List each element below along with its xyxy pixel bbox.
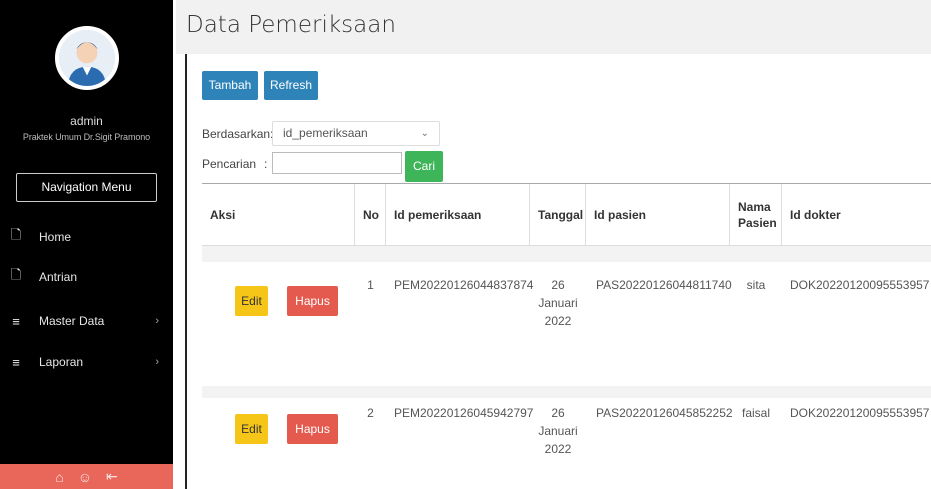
- pencarian-colon: :: [264, 157, 268, 171]
- sidebar-item-label: Antrian: [39, 270, 78, 284]
- list-icon: ≡: [12, 354, 20, 370]
- search-input[interactable]: [272, 152, 402, 174]
- cell-id-pemeriksaan: PEM20220126044837874: [394, 278, 534, 292]
- hapus-button[interactable]: Hapus: [287, 286, 338, 316]
- cell-no: 2: [367, 406, 374, 420]
- pencarian-label: Pencarian: [202, 157, 257, 171]
- column-header-no: No: [355, 184, 386, 245]
- user-name: admin: [70, 114, 103, 128]
- tanggal-day: 26: [551, 406, 565, 420]
- column-header-nama-pasien: Nama Pasien: [730, 184, 782, 245]
- user-avatar-icon: [59, 30, 115, 86]
- logout-icon[interactable]: ⇤: [106, 468, 118, 485]
- column-header-aksi: Aksi: [202, 184, 355, 245]
- chevron-down-icon: ⌄: [420, 128, 429, 139]
- cell-nama-pasien: sita: [746, 278, 766, 292]
- hapus-button[interactable]: Hapus: [287, 414, 338, 444]
- cell-tanggal: 26 Januari 2022: [530, 404, 586, 458]
- edit-button[interactable]: Edit: [235, 286, 268, 316]
- sidebar-item-home[interactable]: 🗋 Home: [0, 225, 173, 249]
- page-title: Data Pemeriksaan: [186, 12, 396, 38]
- sidebar-item-master-data[interactable]: ≡ Master Data ›: [0, 309, 173, 333]
- cell-id-pasien: PAS20220126045852252: [596, 406, 733, 420]
- refresh-button[interactable]: Refresh: [264, 71, 318, 100]
- title-bar: Data Pemeriksaan: [176, 0, 931, 54]
- sidebar-item-antrian[interactable]: 🗋 Antrian: [0, 265, 173, 289]
- cell-id-dokter: DOK20220120095553957: [790, 278, 930, 292]
- column-header-id-dokter: Id dokter: [790, 207, 841, 222]
- user-icon[interactable]: ☺: [78, 469, 92, 485]
- document-icon: 🗋: [10, 227, 22, 242]
- cari-button[interactable]: Cari: [405, 151, 443, 182]
- column-header-tanggal: Tanggal: [530, 184, 586, 245]
- cell-tanggal: 26 Januari 2022: [530, 276, 586, 330]
- tanggal-month: Januari: [538, 424, 578, 438]
- tanggal-day: 26: [551, 278, 565, 292]
- header-line: Nama: [738, 199, 771, 214]
- chevron-right-icon: ›: [155, 315, 159, 327]
- document-icon: 🗋: [10, 267, 22, 282]
- sidebar-item-label: Home: [39, 230, 72, 244]
- sidebar: admin Praktek Umum Dr.Sigit Pramono Navi…: [0, 0, 173, 489]
- sidebar-item-laporan[interactable]: ≡ Laporan ›: [0, 350, 173, 374]
- list-icon: ≡: [12, 313, 20, 329]
- header-line: Pasien: [738, 215, 777, 230]
- sidebar-footer: ⌂ ☺ ⇤: [0, 464, 173, 489]
- tanggal-year: 2022: [544, 314, 572, 328]
- cell-nama-pasien: faisal: [741, 406, 770, 420]
- sidebar-item-label: Master Data: [39, 314, 105, 328]
- column-header-id-pasien: Id pasien: [586, 184, 730, 245]
- user-subtitle: Praktek Umum Dr.Sigit Pramono: [22, 132, 151, 142]
- cell-id-pemeriksaan: PEM20220126045942797: [394, 406, 534, 420]
- tambah-button[interactable]: Tambah: [202, 71, 258, 100]
- row-spacer: [202, 386, 931, 398]
- app-window: admin Praktek Umum Dr.Sigit Pramono Navi…: [0, 0, 931, 489]
- cell-no: 1: [367, 278, 374, 292]
- tanggal-year: 2022: [544, 442, 572, 456]
- avatar: [55, 26, 119, 90]
- search-field-select[interactable]: id_pemeriksaan ⌄: [272, 121, 440, 146]
- cell-id-dokter: DOK20220120095553957: [790, 406, 930, 420]
- home-icon[interactable]: ⌂: [55, 469, 63, 485]
- row-spacer: [202, 246, 931, 262]
- column-header-id-pemeriksaan: Id pemeriksaan: [386, 184, 530, 245]
- content-divider: [185, 54, 187, 489]
- select-value: id_pemeriksaan: [283, 126, 368, 140]
- berdasarkan-label: Berdasarkan:: [202, 127, 274, 141]
- chevron-right-icon: ›: [155, 356, 159, 368]
- cell-id-pasien: PAS20220126044811740: [596, 278, 732, 292]
- edit-button[interactable]: Edit: [235, 414, 268, 444]
- sidebar-item-label: Laporan: [39, 355, 84, 369]
- navigation-menu-header: Navigation Menu: [16, 173, 157, 202]
- tanggal-month: Januari: [538, 296, 578, 310]
